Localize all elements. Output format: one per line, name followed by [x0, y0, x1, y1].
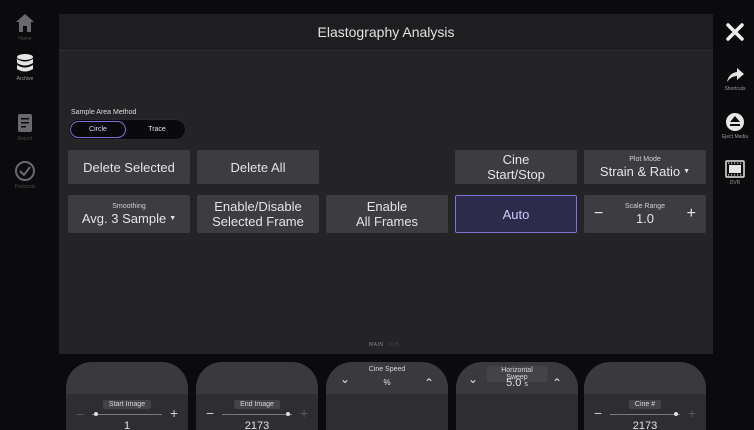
end-image-value: 2173 [244, 420, 270, 430]
enable-all-line2: All Frames [355, 214, 419, 229]
nav-home-label: Home [18, 36, 32, 42]
start-image-value: 1 [123, 420, 131, 430]
delete-selected-label: Delete Selected [83, 159, 175, 175]
home-icon [16, 14, 34, 32]
share-arrow-icon [727, 68, 744, 82]
cine-number-label: Cine # [628, 400, 662, 409]
knob-cap [584, 362, 706, 394]
scale-range-label: Scale Range [624, 203, 666, 210]
enable-all-line1: Enable [366, 199, 408, 214]
end-image-label: End Image [234, 400, 280, 409]
dvr-button[interactable]: DVR [716, 160, 754, 186]
horizontal-sweep-readout: 5.0 s [456, 377, 578, 389]
smoothing-label: Smoothing [112, 203, 146, 210]
cine-label-line1: Cine [502, 152, 530, 167]
delete-all-button[interactable]: Delete All [197, 150, 319, 184]
eject-media-button[interactable]: Eject Media [716, 112, 754, 140]
nav-protocols-label: Protocols [14, 184, 36, 190]
end-image-knob[interactable]: End Image − + 2173 [196, 362, 318, 430]
cine-label-line2: Start/Stop [487, 167, 545, 182]
auto-button[interactable]: Auto [455, 195, 577, 233]
horizontal-sweep-unit: s [524, 381, 528, 388]
end-image-increase-button[interactable]: + [300, 405, 308, 421]
sample-area-circle-option[interactable]: Circle [70, 121, 126, 138]
shortcuts-button[interactable]: Shortcuts [716, 66, 754, 92]
nav-report-label: Report [17, 136, 33, 142]
shortcuts-label: Shortcuts [724, 86, 746, 92]
main-panel: Elastography Analysis Sample Area Method… [59, 14, 713, 354]
page-title: Elastography Analysis [317, 24, 455, 40]
start-image-label: Start Image [102, 400, 152, 409]
close-button[interactable] [716, 22, 754, 42]
cine-speed-knob[interactable]: Cine Speed ⌄ ⌃ % [326, 362, 448, 430]
cine-number-value: 2173 [632, 420, 658, 430]
chevron-down-icon: ▼ [683, 168, 691, 175]
end-image-slider-track [222, 414, 292, 415]
right-nav: Shortcuts Eject Media DVR [716, 0, 754, 430]
smoothing-dropdown[interactable]: Smoothing Avg. 3 Sample ▼ [68, 195, 190, 233]
nav-archive-label: Archive [16, 76, 34, 82]
close-icon [726, 23, 744, 41]
dvr-icon [725, 160, 745, 178]
scale-range-value: 1.0 [635, 211, 655, 226]
page-indicator-sub: SUB [387, 342, 400, 348]
enable-all-frames-button[interactable]: Enable All Frames [326, 195, 448, 233]
enable-disable-line1: Enable/Disable [214, 199, 302, 214]
cine-number-slider-handle[interactable] [674, 412, 678, 416]
check-circle-icon [15, 161, 35, 181]
delete-all-label: Delete All [230, 159, 286, 175]
report-icon [18, 114, 32, 132]
horizontal-sweep-value: 5.0 [506, 377, 522, 389]
knob-cap [196, 362, 318, 394]
cine-speed-value: % [383, 378, 391, 387]
dvr-label: DVR [729, 180, 741, 186]
cine-start-stop-button[interactable]: Cine Start/Stop [455, 150, 577, 184]
plot-mode-label: Plot Mode [629, 156, 661, 163]
start-image-slider-track [92, 414, 162, 415]
smoothing-value: Avg. 3 Sample [81, 211, 167, 226]
cine-number-slider-track [610, 414, 680, 415]
enable-disable-selected-frame-button[interactable]: Enable/Disable Selected Frame [197, 195, 319, 233]
title-bar: Elastography Analysis [59, 14, 713, 50]
eject-icon [726, 113, 744, 131]
scale-range-increase-button[interactable]: + [687, 205, 696, 223]
auto-label: Auto [502, 206, 530, 222]
end-image-decrease-button[interactable]: − [206, 405, 214, 421]
delete-selected-button[interactable]: Delete Selected [68, 150, 190, 184]
ultrasound-touch-panel: Home Archive Report Protocols Shortcuts … [0, 0, 754, 430]
scale-range-decrease-button[interactable]: − [594, 205, 603, 223]
nav-report[interactable]: Report [0, 112, 50, 142]
database-icon [17, 54, 33, 72]
nav-protocols[interactable]: Protocols [0, 160, 50, 190]
horizontal-sweep-knob[interactable]: Horizontal Sweep ⌄ ⌃ 5.0 s [456, 362, 578, 430]
title-divider [59, 50, 713, 51]
start-image-knob[interactable]: Start Image − + 1 [66, 362, 188, 430]
eject-media-label: Eject Media [721, 134, 749, 140]
cine-number-decrease-button[interactable]: − [594, 405, 602, 421]
left-nav: Home Archive Report Protocols [0, 0, 50, 430]
chevron-down-icon: ▼ [169, 215, 177, 222]
plot-mode-value: Strain & Ratio [599, 164, 681, 179]
sample-area-method-toggle[interactable]: Circle Trace [68, 119, 186, 140]
scale-range-stepper[interactable]: − Scale Range 1.0 + [584, 195, 706, 233]
cine-number-knob[interactable]: Cine # − + 2173 [584, 362, 706, 430]
start-image-slider-handle[interactable] [94, 412, 98, 416]
page-indicator: MAIN SUB [369, 342, 399, 348]
plot-mode-dropdown[interactable]: Plot Mode Strain & Ratio ▼ [584, 150, 706, 184]
cine-number-increase-button[interactable]: + [688, 405, 696, 421]
sample-area-method-label: Sample Area Method [71, 109, 137, 116]
start-image-increase-button[interactable]: + [170, 405, 178, 421]
nav-archive[interactable]: Archive [0, 52, 50, 82]
sample-area-trace-option[interactable]: Trace [129, 121, 185, 138]
enable-disable-line2: Selected Frame [212, 214, 304, 229]
nav-home[interactable]: Home [0, 12, 50, 42]
page-indicator-main: MAIN [369, 342, 384, 348]
knob-cap [66, 362, 188, 394]
end-image-slider-handle[interactable] [286, 412, 290, 416]
